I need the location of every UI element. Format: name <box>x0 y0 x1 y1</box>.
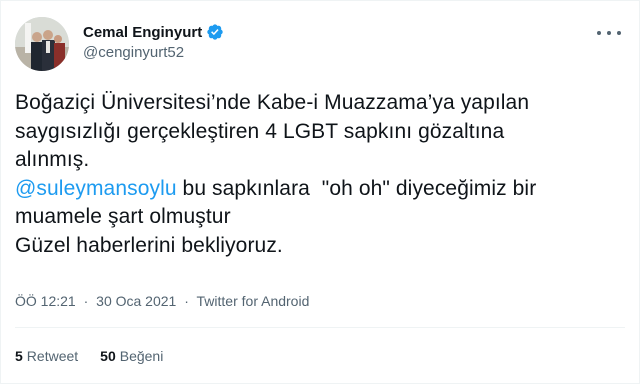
user-names: Cemal Enginyurt @cenginyurt52 <box>83 23 224 61</box>
tweet-line: Boğaziçi Üniversitesi’nde Kabe-i Muazzam… <box>15 91 530 114</box>
more-options-icon[interactable] <box>597 25 621 41</box>
display-name-row: Cemal Enginyurt <box>83 23 224 41</box>
tweet-time[interactable]: ÖÖ 12:21 <box>15 293 76 309</box>
tweet-meta: ÖÖ 12:21 · 30 Oca 2021 · Twitter for And… <box>15 293 309 309</box>
like-stat[interactable]: 50 Beğeni <box>100 348 163 364</box>
avatar[interactable] <box>15 17 69 71</box>
display-name[interactable]: Cemal Enginyurt <box>83 24 202 41</box>
user-handle[interactable]: @cenginyurt52 <box>83 44 224 61</box>
tweet-line: bu sapkınlara "oh oh" diyeceğimiz bir <box>176 176 537 200</box>
like-count: 50 <box>100 348 116 364</box>
tweet-line: Güzel haberlerini bekliyoruz. <box>15 233 283 257</box>
mention-link[interactable]: @suleymansoylu <box>15 177 177 200</box>
tweet-date[interactable]: 30 Oca 2021 <box>96 293 176 309</box>
tweet-source[interactable]: Twitter for Android <box>197 293 310 309</box>
tweet-line: muamele şart olmuştur <box>15 205 231 228</box>
meta-separator: · <box>184 293 189 309</box>
verified-badge-icon <box>206 23 224 41</box>
tweet-line: saygısızlığı gerçekleştiren 4 LGBT sapkı… <box>15 119 505 143</box>
divider <box>15 327 625 328</box>
retweet-count: 5 <box>15 348 23 364</box>
retweet-label: Retweet <box>26 348 79 364</box>
tweet-stats: 5 Retweet 50 Beğeni <box>15 348 185 364</box>
like-label: Beğeni <box>119 348 164 364</box>
avatar-photo-icon <box>15 17 69 71</box>
tweet-header: Cemal Enginyurt @cenginyurt52 <box>11 11 629 71</box>
meta-separator: · <box>83 293 89 309</box>
tweet-line: alınmış. <box>15 148 90 171</box>
tweet-card: Cemal Enginyurt @cenginyurt52 Boğaziçi Ü… <box>0 0 640 384</box>
retweet-stat[interactable]: 5 Retweet <box>15 348 78 364</box>
tweet-text: Boğaziçi Üniversitesi’nde Kabe-i Muazzam… <box>15 89 627 260</box>
